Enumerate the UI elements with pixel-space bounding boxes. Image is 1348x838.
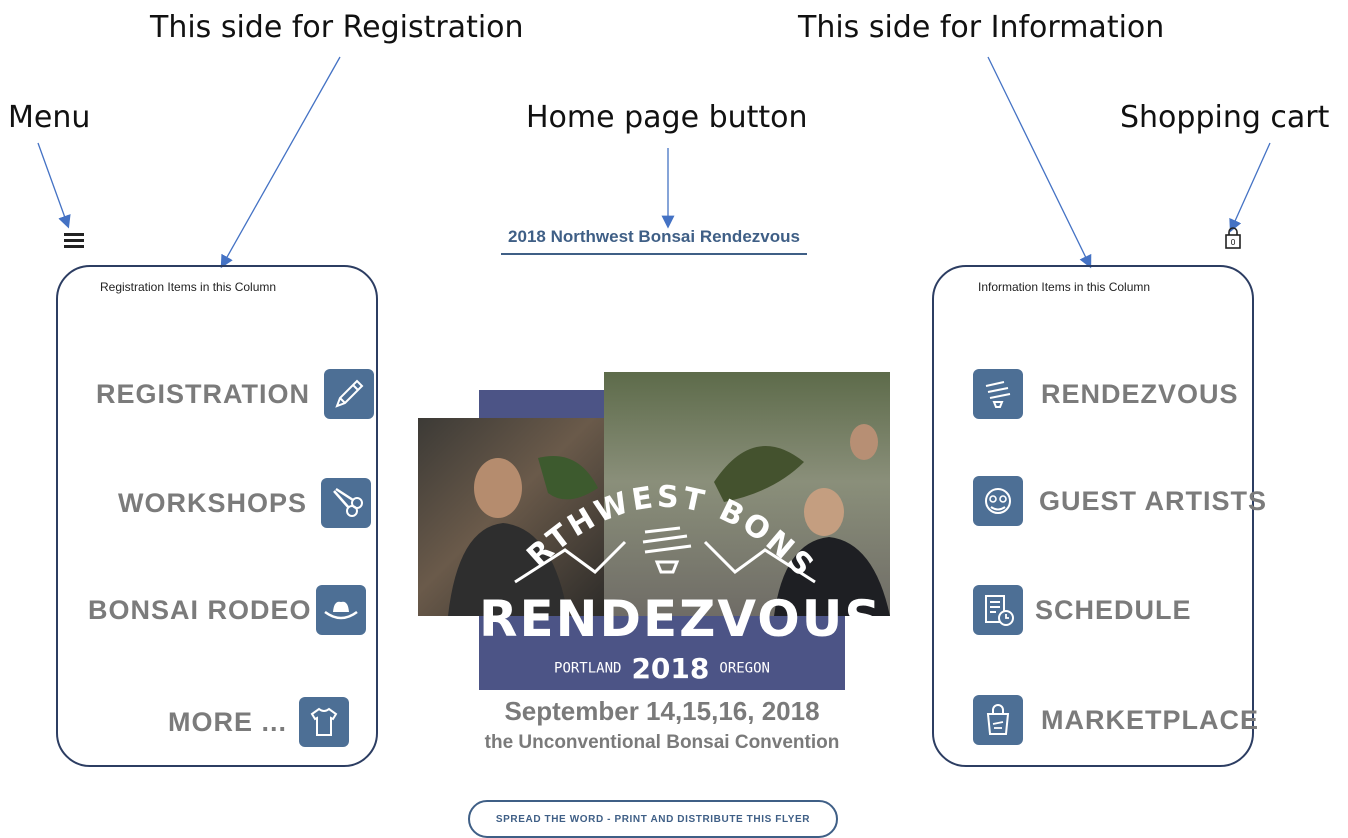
registration-column-caption: Registration Items in this Column — [100, 280, 277, 294]
nav-item-schedule[interactable]: SCHEDULE — [973, 576, 1192, 644]
schedule-clock-icon — [973, 585, 1023, 635]
home-page-title-link[interactable]: 2018 Northwest Bonsai Rendezvous — [501, 227, 807, 255]
guest-artists-label: GUEST ARTISTS — [1039, 485, 1268, 516]
bonsai-rodeo-label: BONSAI RODEO — [88, 594, 312, 625]
event-dates: September 14,15,16, 2018 — [504, 696, 820, 726]
schedule-label: SCHEDULE — [1035, 594, 1192, 625]
poster-city-right: OREGON — [719, 660, 770, 677]
hamburger-menu-icon[interactable] — [64, 233, 84, 249]
shopping-bag-icon — [973, 695, 1023, 745]
poster-arc-text: NORTHWEST BONSAI — [505, 462, 822, 586]
nav-item-guest-artists[interactable]: GUEST ARTISTS — [973, 467, 1267, 535]
nav-item-workshops[interactable]: WORKSHOPS — [118, 469, 372, 537]
registration-arrow — [220, 56, 341, 269]
artist-face-icon — [973, 476, 1023, 526]
event-tagline: the Unconventional Bonsai Convention — [484, 732, 840, 753]
registration-label: REGISTRATION — [96, 378, 310, 409]
information-arrow — [987, 56, 1092, 269]
workshops-label: WORKSHOPS — [118, 487, 308, 518]
nav-item-rendezvous[interactable]: RENDEZVOUS — [973, 360, 1239, 428]
menu-arrow — [37, 142, 71, 229]
tshirt-icon — [299, 697, 350, 747]
poster-mountain-logo: NORTHWEST BONSAI — [505, 462, 822, 586]
poster-city-left: PORTLAND — [554, 660, 622, 677]
poster-year: 2018 — [631, 652, 710, 685]
scissors-icon — [321, 478, 372, 528]
cart-arrow — [1229, 142, 1271, 233]
poster-headline: RENDEZVOUS — [479, 590, 883, 648]
pencil-icon — [324, 369, 374, 419]
nav-item-more[interactable]: MORE ... — [168, 688, 350, 756]
information-column-caption: Information Items in this Column — [978, 280, 1151, 294]
nav-item-bonsai-rodeo[interactable]: BONSAI RODEO — [88, 576, 366, 644]
nav-item-registration[interactable]: REGISTRATION — [96, 360, 374, 428]
rendezvous-label: RENDEZVOUS — [1041, 378, 1239, 409]
more-label: MORE ... — [168, 706, 288, 737]
cart-count: 0 — [1230, 238, 1235, 247]
nav-item-marketplace[interactable]: MARKETPLACE — [973, 686, 1259, 754]
shopping-cart-icon[interactable]: 0 — [1224, 226, 1242, 250]
print-flyer-button[interactable]: SPREAD THE WORD - PRINT AND DISTRIBUTE T… — [468, 800, 838, 838]
bonsai-logo-icon — [973, 369, 1023, 419]
marketplace-label: MARKETPLACE — [1041, 704, 1259, 735]
poster-location: PORTLAND 2018 OREGON — [479, 652, 845, 685]
cowboy-hat-icon — [315, 585, 366, 635]
